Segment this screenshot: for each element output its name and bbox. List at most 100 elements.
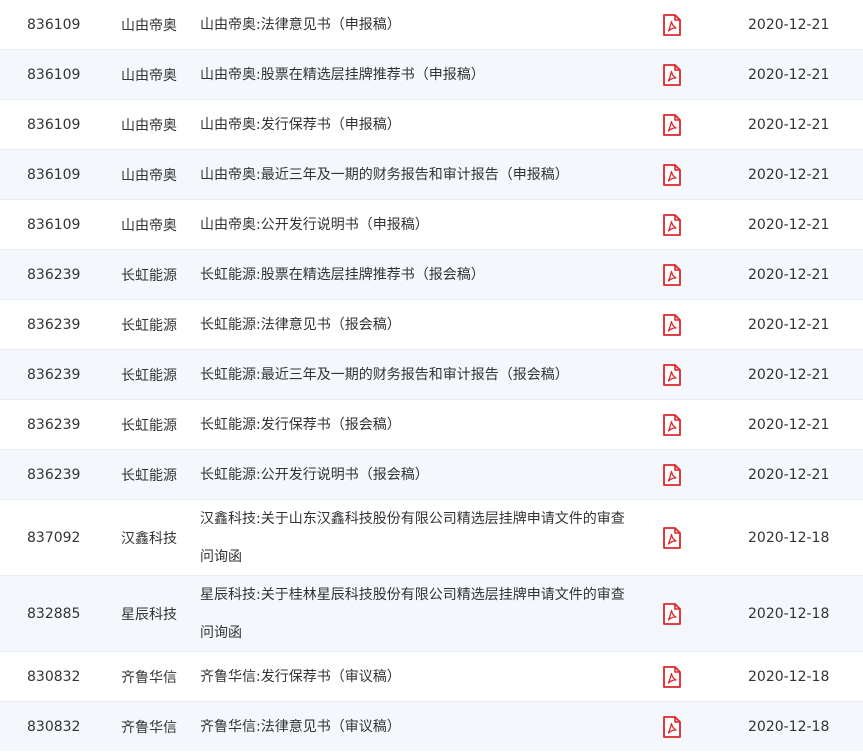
stock-code: 836239 [27, 316, 81, 333]
company-name: 齐鲁华信 [121, 719, 177, 736]
stock-code: 836109 [27, 216, 81, 233]
document-title-line: 长虹能源:法律意见书（报会稿） [200, 316, 401, 333]
pdf-icon[interactable] [662, 463, 682, 486]
table-row[interactable]: 836109 山由帝奥 山由帝奥:最近三年及一期的财务报告和审计报告（申报稿） 202… [0, 149, 863, 199]
company-name: 山由帝奥 [121, 67, 177, 84]
pdf-icon[interactable] [662, 363, 682, 386]
document-title-line: 山由帝奥:公开发行说明书（申报稿） [200, 216, 429, 233]
publish-date: 2020-12-18 [748, 605, 830, 622]
table-row[interactable]: 836109 山由帝奥 山由帝奥:法律意见书（申报稿） 2020-12-21 [0, 0, 863, 49]
pdf-icon[interactable] [662, 63, 682, 86]
company-name: 山由帝奥 [121, 217, 177, 234]
stock-code: 830832 [27, 668, 81, 685]
pdf-icon[interactable] [662, 715, 682, 738]
table-row[interactable]: 837092 汉鑫科技 汉鑫科技:关于山东汉鑫科技股份有限公司精选层挂牌申请文件的审… [0, 499, 863, 575]
document-title-link[interactable]: 山由帝奥:股票在精选层挂牌推荐书（申报稿） [200, 56, 630, 94]
document-title-line: 长虹能源:公开发行说明书（报会稿） [200, 466, 429, 483]
pdf-icon[interactable] [662, 526, 682, 549]
table-row[interactable]: 836239 长虹能源 长虹能源:公开发行说明书（报会稿） 2020-12-21 [0, 449, 863, 499]
document-title-link[interactable]: 齐鲁华信:法律意见书（审议稿） [200, 708, 630, 746]
pdf-icon[interactable] [662, 263, 682, 286]
document-title-link[interactable]: 长虹能源:发行保荐书（报会稿） [200, 406, 630, 444]
document-title-link[interactable]: 山由帝奥:法律意见书（申报稿） [200, 6, 630, 44]
document-title-link[interactable]: 齐鲁华信:发行保荐书（审议稿） [200, 658, 630, 696]
company-name: 长虹能源 [121, 267, 177, 284]
stock-code: 832885 [27, 605, 81, 622]
document-title-link[interactable]: 长虹能源:法律意见书（报会稿） [200, 306, 630, 344]
publish-date: 2020-12-18 [748, 668, 830, 685]
publish-date: 2020-12-21 [748, 366, 830, 383]
stock-code: 836109 [27, 16, 81, 33]
pdf-icon[interactable] [662, 413, 682, 436]
table-row[interactable]: 836239 长虹能源 长虹能源:最近三年及一期的财务报告和审计报告（报会稿） 202… [0, 349, 863, 399]
company-name: 山由帝奥 [121, 17, 177, 34]
stock-code: 836239 [27, 366, 81, 383]
disclosure-table: 836109 山由帝奥 山由帝奥:法律意见书（申报稿） 2020-12-21 83610… [0, 0, 863, 751]
table-row[interactable]: 836239 长虹能源 长虹能源:法律意见书（报会稿） 2020-12-21 [0, 299, 863, 349]
document-title-line: 星辰科技:关于桂林星辰科技股份有限公司精选层挂牌申请文件的审查 [200, 586, 625, 603]
document-title-line: 问询函 [200, 624, 242, 641]
document-title-line: 问询函 [200, 548, 242, 565]
document-title-line: 山由帝奥:最近三年及一期的财务报告和审计报告（申报稿） [200, 166, 569, 183]
pdf-icon[interactable] [662, 602, 682, 625]
stock-code: 836109 [27, 66, 81, 83]
company-name: 长虹能源 [121, 317, 177, 334]
document-title-link[interactable]: 汉鑫科技:关于山东汉鑫科技股份有限公司精选层挂牌申请文件的审查 问询函 [200, 500, 630, 576]
publish-date: 2020-12-21 [748, 416, 830, 433]
company-name: 长虹能源 [121, 417, 177, 434]
company-name: 山由帝奥 [121, 167, 177, 184]
document-title-link[interactable]: 星辰科技:关于桂林星辰科技股份有限公司精选层挂牌申请文件的审查 问询函 [200, 576, 630, 652]
pdf-icon[interactable] [662, 213, 682, 236]
stock-code: 836239 [27, 466, 81, 483]
publish-date: 2020-12-21 [748, 166, 830, 183]
stock-code: 836109 [27, 116, 81, 133]
table-row[interactable]: 832885 星辰科技 星辰科技:关于桂林星辰科技股份有限公司精选层挂牌申请文件的审… [0, 575, 863, 651]
document-title-line: 长虹能源:股票在精选层挂牌推荐书（报会稿） [200, 266, 485, 283]
pdf-icon[interactable] [662, 313, 682, 336]
pdf-icon[interactable] [662, 665, 682, 688]
stock-code: 836239 [27, 266, 81, 283]
table-row[interactable]: 836109 山由帝奥 山由帝奥:股票在精选层挂牌推荐书（申报稿） 2020-12-2… [0, 49, 863, 99]
stock-code: 830832 [27, 718, 81, 735]
publish-date: 2020-12-18 [748, 718, 830, 735]
publish-date: 2020-12-21 [748, 216, 830, 233]
document-title-link[interactable]: 长虹能源:股票在精选层挂牌推荐书（报会稿） [200, 256, 630, 294]
table-row[interactable]: 830832 齐鲁华信 齐鲁华信:法律意见书（审议稿） 2020-12-18 [0, 701, 863, 751]
table-row[interactable]: 836109 山由帝奥 山由帝奥:发行保荐书（申报稿） 2020-12-21 [0, 99, 863, 149]
document-title-line: 汉鑫科技:关于山东汉鑫科技股份有限公司精选层挂牌申请文件的审查 [200, 510, 625, 527]
document-title-line: 山由帝奥:发行保荐书（申报稿） [200, 116, 401, 133]
document-title-line: 齐鲁华信:发行保荐书（审议稿） [200, 668, 401, 685]
document-title-link[interactable]: 山由帝奥:公开发行说明书（申报稿） [200, 206, 630, 244]
stock-code: 836109 [27, 166, 81, 183]
stock-code: 836239 [27, 416, 81, 433]
publish-date: 2020-12-21 [748, 466, 830, 483]
company-name: 汉鑫科技 [121, 530, 177, 547]
stock-code: 837092 [27, 529, 81, 546]
pdf-icon[interactable] [662, 13, 682, 36]
table-row[interactable]: 836109 山由帝奥 山由帝奥:公开发行说明书（申报稿） 2020-12-21 [0, 199, 863, 249]
document-title-line: 山由帝奥:股票在精选层挂牌推荐书（申报稿） [200, 66, 485, 83]
pdf-icon[interactable] [662, 113, 682, 136]
document-title-line: 长虹能源:发行保荐书（报会稿） [200, 416, 401, 433]
document-title-line: 长虹能源:最近三年及一期的财务报告和审计报告（报会稿） [200, 366, 569, 383]
document-title-link[interactable]: 长虹能源:公开发行说明书（报会稿） [200, 456, 630, 494]
document-title-line: 齐鲁华信:法律意见书（审议稿） [200, 718, 401, 735]
company-name: 长虹能源 [121, 467, 177, 484]
pdf-icon[interactable] [662, 163, 682, 186]
document-title-link[interactable]: 山由帝奥:发行保荐书（申报稿） [200, 106, 630, 144]
publish-date: 2020-12-18 [748, 529, 830, 546]
publish-date: 2020-12-21 [748, 66, 830, 83]
document-title-link[interactable]: 长虹能源:最近三年及一期的财务报告和审计报告（报会稿） [200, 356, 630, 394]
document-title-line: 山由帝奥:法律意见书（申报稿） [200, 16, 401, 33]
company-name: 星辰科技 [121, 606, 177, 623]
table-row[interactable]: 836239 长虹能源 长虹能源:发行保荐书（报会稿） 2020-12-21 [0, 399, 863, 449]
publish-date: 2020-12-21 [748, 116, 830, 133]
table-row[interactable]: 830832 齐鲁华信 齐鲁华信:发行保荐书（审议稿） 2020-12-18 [0, 651, 863, 701]
document-title-link[interactable]: 山由帝奥:最近三年及一期的财务报告和审计报告（申报稿） [200, 156, 630, 194]
company-name: 山由帝奥 [121, 117, 177, 134]
publish-date: 2020-12-21 [748, 266, 830, 283]
publish-date: 2020-12-21 [748, 316, 830, 333]
table-row[interactable]: 836239 长虹能源 长虹能源:股票在精选层挂牌推荐书（报会稿） 2020-12-2… [0, 249, 863, 299]
company-name: 齐鲁华信 [121, 669, 177, 686]
company-name: 长虹能源 [121, 367, 177, 384]
